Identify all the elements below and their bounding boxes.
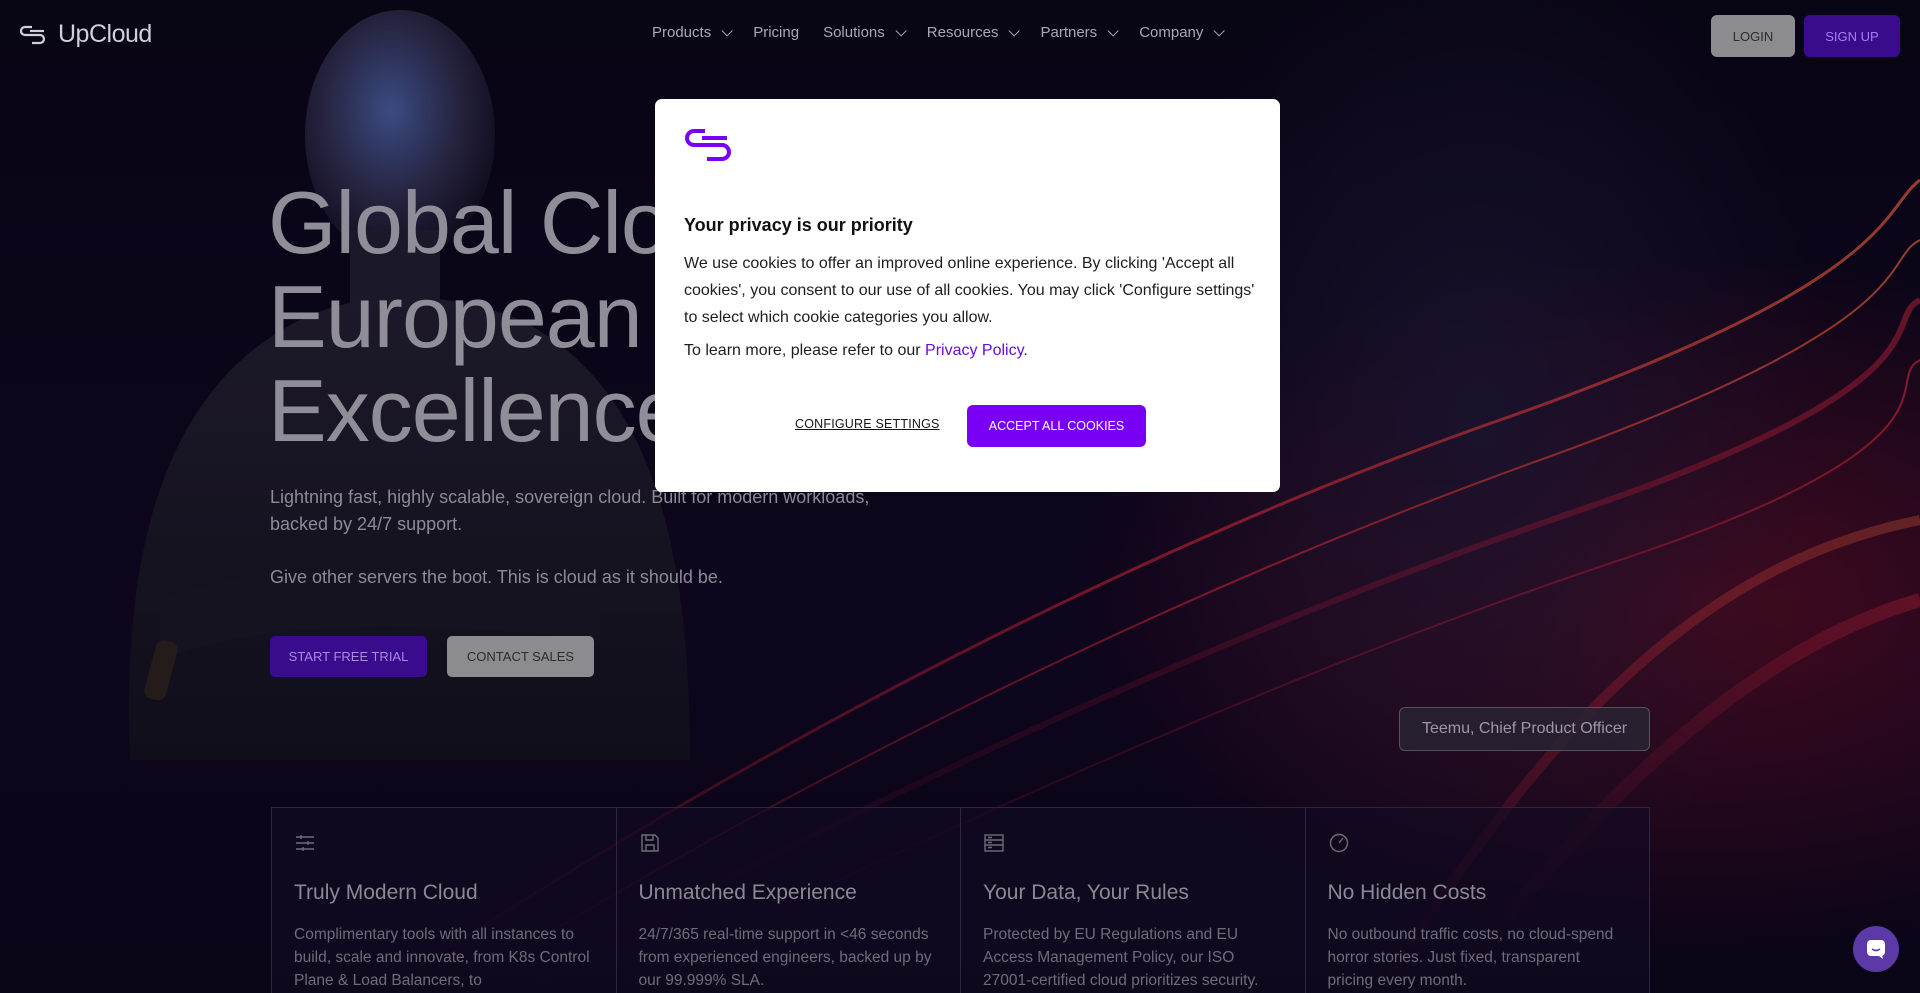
- feature-title: Truly Modern Cloud: [294, 881, 478, 904]
- signup-button[interactable]: SIGN UP: [1804, 15, 1900, 57]
- nav-item-solutions[interactable]: Solutions: [823, 24, 907, 41]
- cookie-dialog-title: Your privacy is our priority: [684, 215, 913, 235]
- feature-description: No outbound traffic costs, no cloud-spen…: [1327, 926, 1614, 989]
- cookie-dialog-body: We use cookies to offer an improved onli…: [684, 255, 1255, 326]
- configure-settings-button[interactable]: CONFIGURE SETTINGS: [795, 417, 940, 431]
- nav-label: Solutions: [823, 24, 885, 41]
- chevron-down-icon: [1213, 24, 1226, 37]
- chevron-down-icon: [1008, 24, 1021, 37]
- hero-title-line: European: [268, 267, 643, 366]
- nav-item-pricing[interactable]: Pricing: [753, 24, 799, 41]
- privacy-policy-link[interactable]: Privacy Policy: [925, 342, 1023, 359]
- hero-tagline: Give other servers the boot. This is clo…: [270, 567, 723, 587]
- chat-icon: [1867, 940, 1885, 959]
- gauge-icon: [1329, 833, 1348, 853]
- nav-label: Pricing: [753, 24, 800, 41]
- hero-subtitle: Lightning fast, highly scalable, soverei…: [270, 487, 870, 534]
- nav-label: Products: [652, 24, 712, 41]
- upcloud-logo-icon: [20, 25, 46, 44]
- main-nav: Products Pricing Solutions Resources Par…: [652, 24, 1226, 41]
- learn-more-suffix: .: [1023, 342, 1028, 359]
- feature-card: Your Data, Your Rules Protected by EU Re…: [961, 808, 1306, 993]
- feature-title: Your Data, Your Rules: [983, 881, 1189, 904]
- upcloud-logo-icon: [685, 129, 731, 161]
- feature-description: Complimentary tools with all instances t…: [294, 926, 590, 989]
- feature-description: 24/7/365 real-time support in <46 second…: [638, 926, 932, 989]
- hero-title: Global Clo European Excellence: [268, 173, 685, 460]
- sliders-icon: [296, 835, 314, 851]
- nav-label: Resources: [926, 24, 999, 41]
- learn-more-text: To learn more, please refer to our: [684, 342, 926, 359]
- feature-title: No Hidden Costs: [1327, 881, 1487, 904]
- feature-card: Truly Modern Cloud Complimentary tools w…: [272, 808, 617, 993]
- chat-launcher-button[interactable]: [1853, 926, 1899, 972]
- feature-title: Unmatched Experience: [638, 881, 857, 904]
- feature-card: No Hidden Costs No outbound traffic cost…: [1306, 808, 1650, 993]
- chevron-down-icon: [721, 24, 733, 37]
- cookie-dialog-learn-more: To learn more, please refer to our Priva…: [684, 342, 1028, 360]
- nav-item-partners[interactable]: Partners: [1040, 24, 1119, 41]
- person-caption: Teemu, Chief Product Officer: [1399, 707, 1650, 751]
- site-header: UpCloud Products Pricing Solutions Resou…: [0, 0, 1920, 68]
- start-free-trial-button[interactable]: START FREE TRIAL: [270, 636, 427, 677]
- nav-item-company[interactable]: Company: [1139, 24, 1226, 41]
- logo-text: UpCloud: [58, 20, 152, 48]
- accept-all-cookies-button[interactable]: ACCEPT ALL COOKIES: [967, 405, 1146, 447]
- server-icon: [984, 834, 1004, 852]
- chevron-down-icon: [895, 24, 907, 37]
- chevron-down-icon: [1107, 24, 1119, 37]
- nav-label: Partners: [1040, 24, 1098, 41]
- feature-description: Protected by EU Regulations and EU Acces…: [983, 926, 1259, 989]
- login-button[interactable]: LOGIN: [1711, 15, 1795, 57]
- feature-grid: Truly Modern Cloud Complimentary tools w…: [271, 807, 1650, 993]
- feature-card: Unmatched Experience 24/7/365 real-time …: [617, 808, 961, 993]
- nav-item-products[interactable]: Products: [652, 24, 733, 41]
- upcloud-logo[interactable]: UpCloud: [20, 20, 152, 49]
- hero-title-line: Global Clo: [268, 173, 670, 272]
- nav-label: Company: [1139, 24, 1204, 41]
- cookie-consent-dialog: Your privacy is our priority We use cook…: [655, 99, 1280, 492]
- hero-title-line: Excellence: [268, 361, 685, 460]
- contact-sales-button[interactable]: CONTACT SALES: [447, 636, 594, 677]
- nav-item-resources[interactable]: Resources: [926, 24, 1021, 41]
- save-icon: [640, 834, 659, 852]
